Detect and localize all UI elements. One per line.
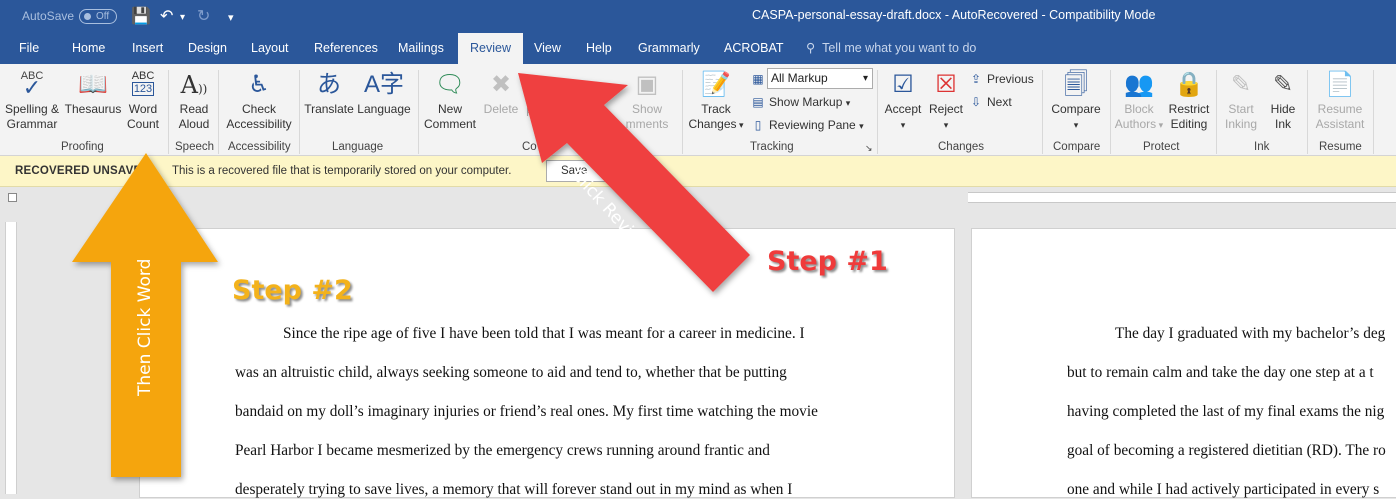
step-2-label: Step #2 <box>232 275 353 306</box>
click-word-label: Then Click Word <box>135 258 155 396</box>
step-1-label: Step #1 <box>767 246 888 277</box>
red-arrow-shape <box>518 73 750 292</box>
annotation-arrows <box>72 73 750 477</box>
